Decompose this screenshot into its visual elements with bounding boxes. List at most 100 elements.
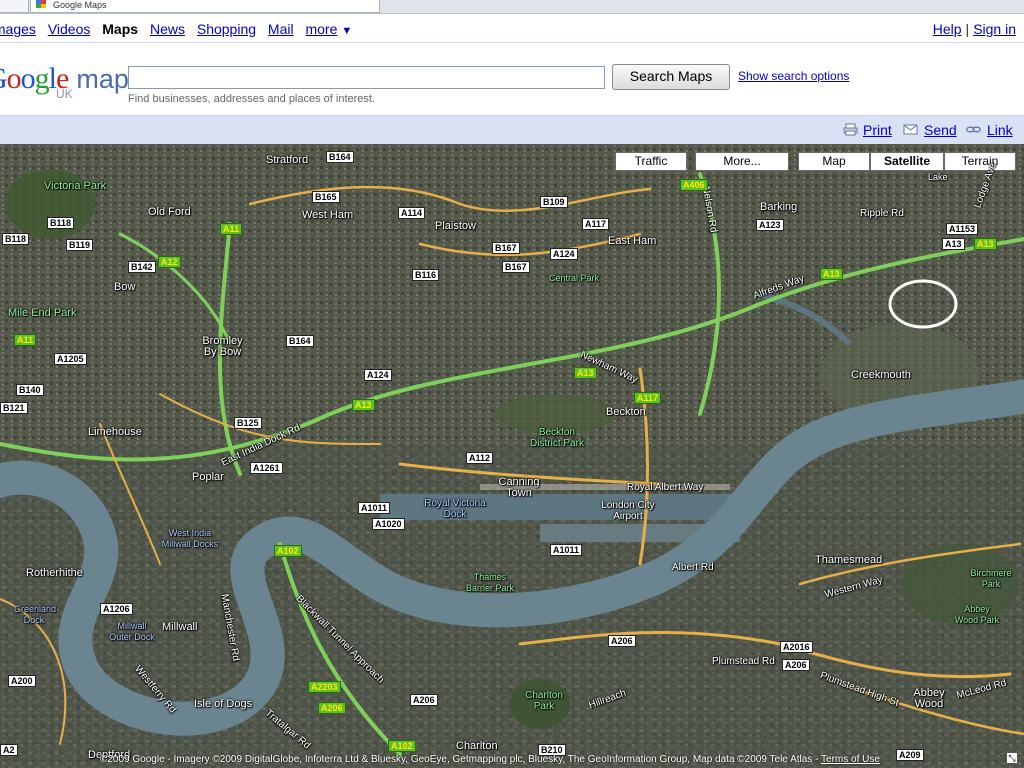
park-label[interactable]: Thames Barrier Park xyxy=(462,572,518,594)
place-label[interactable]: Charlton xyxy=(456,741,498,752)
road-shield: A13 xyxy=(974,238,997,250)
browser-tab[interactable] xyxy=(0,0,29,13)
print-link[interactable]: Print xyxy=(863,122,892,138)
park-label[interactable]: Charlton Park xyxy=(522,690,566,712)
nav-link-mail[interactable]: Mail xyxy=(268,21,294,37)
place-label[interactable]: Limehouse xyxy=(88,427,142,438)
browser-tab-active[interactable]: Google Maps xyxy=(30,0,380,13)
nav-link-more[interactable]: more xyxy=(305,21,337,37)
place-label[interactable]: Barking xyxy=(760,202,797,213)
place-label[interactable]: Beckton xyxy=(606,407,646,418)
traffic-button[interactable]: Traffic xyxy=(615,152,687,171)
place-label[interactable]: Lake xyxy=(928,172,948,183)
road-shield: A206 xyxy=(318,702,346,714)
park-label[interactable]: Victoria Park xyxy=(44,181,106,192)
park-label[interactable]: Mile End Park xyxy=(8,308,76,319)
place-label[interactable]: Creekmouth xyxy=(851,370,911,381)
dock-label[interactable]: Millwall Outer Dock xyxy=(106,621,158,643)
road-shield: A1011 xyxy=(550,544,583,556)
dock-label[interactable]: West India Millwall Docks xyxy=(160,528,220,550)
satellite-map[interactable]: Traffic More... Map Satellite Terrain St… xyxy=(0,144,1024,768)
account-links: Help | Sign in xyxy=(933,21,1016,37)
road-shield: A117 xyxy=(634,392,662,404)
place-label[interactable]: Abbey Wood xyxy=(910,688,948,710)
place-label[interactable]: Isle of Dogs xyxy=(194,699,252,710)
dock-label[interactable]: Greenland Dock xyxy=(14,604,56,626)
map-toolbar: Print Send Link xyxy=(0,115,1024,144)
dock-label[interactable]: Royal Victoria Dock xyxy=(420,498,490,520)
road-shield: A2 xyxy=(0,744,18,756)
google-maps-favicon-icon xyxy=(36,0,47,9)
road-shield: B167 xyxy=(502,261,530,273)
road-label: Plumstead Rd xyxy=(712,656,775,667)
chevron-down-icon[interactable]: ▼ xyxy=(341,25,352,37)
road-shield: A2016 xyxy=(780,641,813,653)
road-shield: A1261 xyxy=(250,462,283,474)
place-label[interactable]: Rotherhithe xyxy=(26,568,83,579)
more-layers-button[interactable]: More... xyxy=(695,152,789,171)
road-shield: A11 xyxy=(14,334,37,346)
nav-link-images[interactable]: Images xyxy=(0,21,36,37)
place-label[interactable]: West Ham xyxy=(302,210,353,221)
nav-link-news[interactable]: News xyxy=(150,21,185,37)
park-label[interactable]: Central Park xyxy=(549,273,599,284)
send-link[interactable]: Send xyxy=(924,122,957,138)
park-label[interactable]: Beckton District Park xyxy=(526,427,588,449)
browser-tab-strip: Google Maps xyxy=(0,0,1024,14)
airport-label[interactable]: London City Airport xyxy=(598,500,658,522)
help-link[interactable]: Help xyxy=(933,21,962,37)
road-shield: A117 xyxy=(582,218,610,230)
nav-link-videos[interactable]: Videos xyxy=(48,21,91,37)
map-type-terrain-button[interactable]: Terrain xyxy=(944,152,1016,171)
chain-link-icon[interactable] xyxy=(966,123,981,136)
road-shield: B164 xyxy=(326,151,354,163)
road-shield: A206 xyxy=(782,659,810,671)
place-label[interactable]: Thamesmead xyxy=(815,555,882,566)
road-shield: A102 xyxy=(274,545,302,557)
satellite-imagery xyxy=(0,144,1024,768)
show-search-options-link[interactable]: Show search options xyxy=(738,69,849,83)
envelope-icon[interactable] xyxy=(903,123,918,136)
road-shield: A209 xyxy=(896,749,924,761)
separator: | xyxy=(965,21,970,37)
road-shield: A13 xyxy=(574,367,597,379)
place-label[interactable]: Bow xyxy=(114,282,135,293)
road-shield: A112 xyxy=(466,452,494,464)
park-label[interactable]: Abbey Wood Park xyxy=(952,604,1002,626)
place-label[interactable]: Millwall xyxy=(162,622,197,633)
top-nav: Images Videos Maps News Shopping Mail mo… xyxy=(0,14,1024,43)
nav-link-shopping[interactable]: Shopping xyxy=(197,21,256,37)
road-label: Royal Albert Way xyxy=(627,482,704,493)
product-links: Images Videos Maps News Shopping Mail mo… xyxy=(0,21,352,37)
search-maps-button[interactable]: Search Maps xyxy=(612,64,730,90)
terms-of-use-link[interactable]: Terms of Use xyxy=(821,754,880,765)
search-input[interactable] xyxy=(128,66,605,89)
signin-link[interactable]: Sign in xyxy=(973,21,1016,37)
place-label[interactable]: Canning Town xyxy=(496,477,542,499)
browser-tab-title: Google Maps xyxy=(53,0,107,10)
road-shield: A1205 xyxy=(54,353,87,365)
road-shield: A206 xyxy=(608,635,636,647)
map-copyright: ©2009 Google - Imagery ©2009 DigitalGlob… xyxy=(100,754,880,765)
road-shield: A200 xyxy=(8,675,36,687)
place-label[interactable]: Old Ford xyxy=(148,207,191,218)
road-shield: B118 xyxy=(2,233,30,245)
expand-corner-icon[interactable]: ⤡ xyxy=(1006,752,1018,764)
place-label[interactable]: Bromley By Bow xyxy=(200,336,245,358)
park-label[interactable]: Birchmere Park xyxy=(966,568,1016,590)
road-shield: A13 xyxy=(352,399,375,411)
search-header: Googlemaps UK Search Maps Show search op… xyxy=(0,43,1024,115)
place-label[interactable]: East Ham xyxy=(608,236,656,247)
road-label: Ripple Rd xyxy=(860,208,904,219)
map-type-satellite-button[interactable]: Satellite xyxy=(870,152,944,171)
road-label: Albert Rd xyxy=(672,562,714,573)
place-label[interactable]: Poplar xyxy=(192,472,224,483)
road-shield: A114 xyxy=(398,207,426,219)
link-link[interactable]: Link xyxy=(987,122,1013,138)
map-type-map-button[interactable]: Map xyxy=(798,152,870,171)
place-label[interactable]: Plaistow xyxy=(435,221,476,232)
road-shield: A1206 xyxy=(100,603,133,615)
printer-icon[interactable] xyxy=(843,123,858,136)
place-label[interactable]: Stratford xyxy=(266,155,308,166)
road-shield: A406 xyxy=(680,179,708,191)
